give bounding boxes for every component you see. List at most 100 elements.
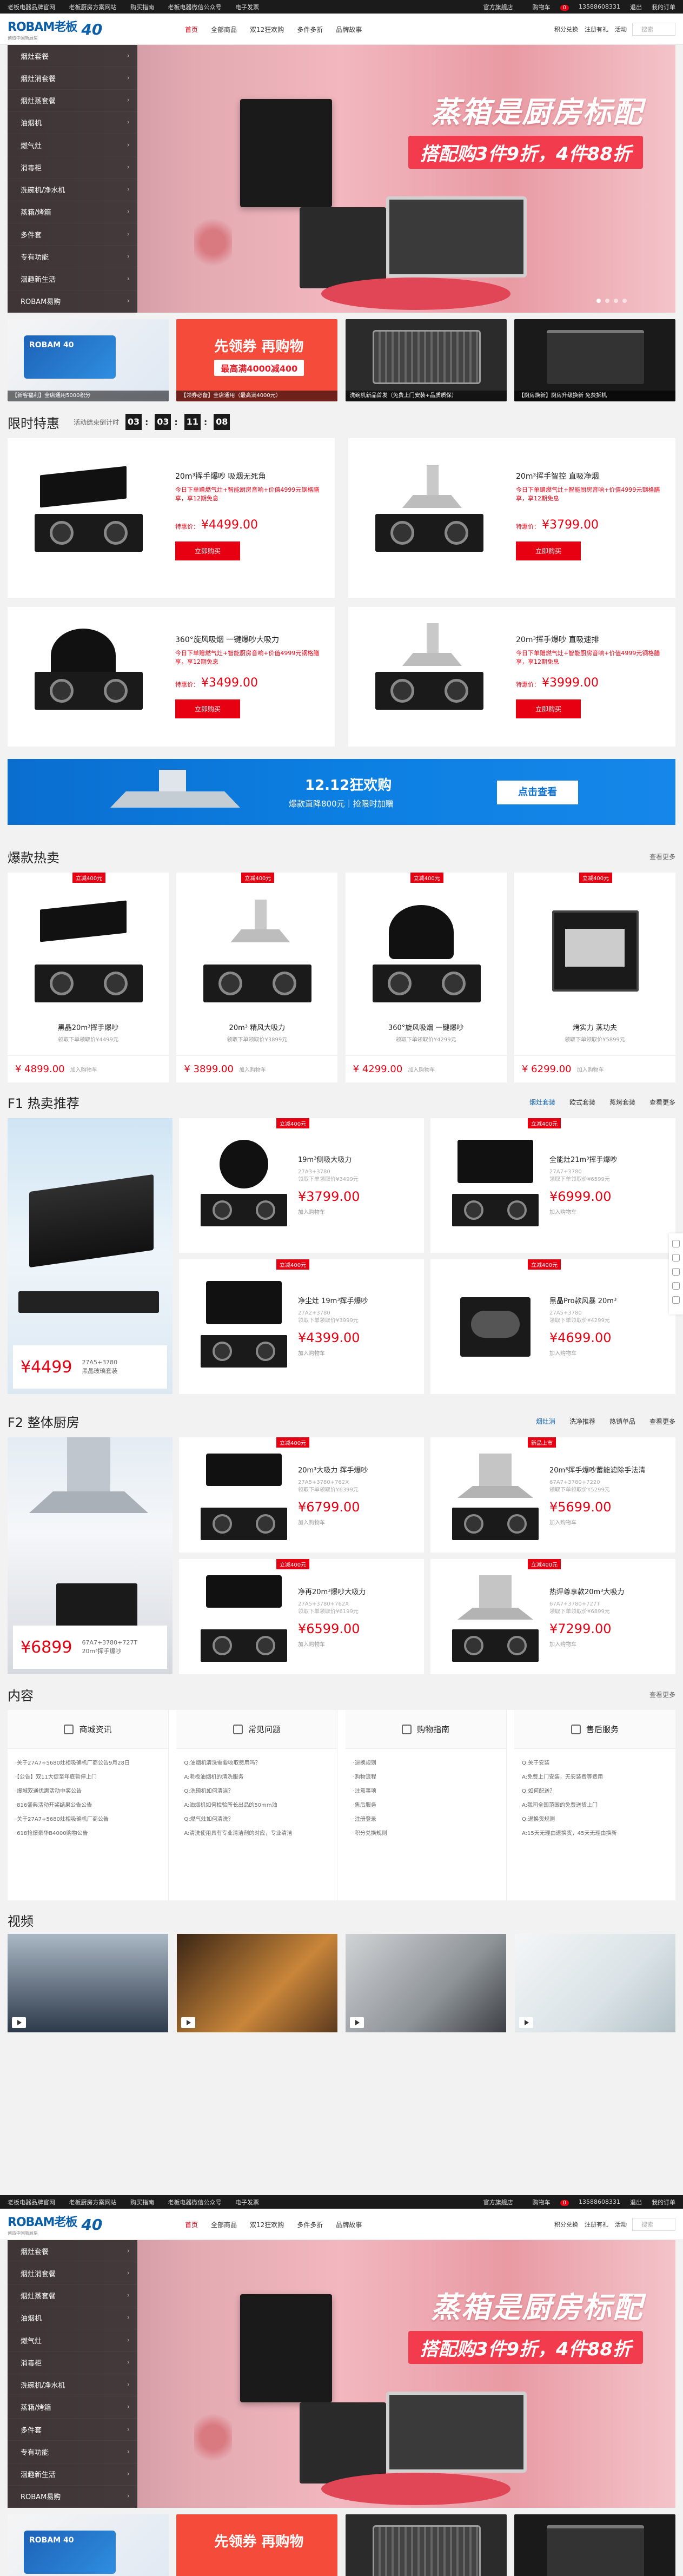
video-thumbnail[interactable] xyxy=(8,1934,168,2032)
nav-brand-story[interactable]: 品牌故事 xyxy=(336,2220,362,2229)
account-phone[interactable]: 13588608331 xyxy=(579,3,620,10)
content-link[interactable]: ·售后服务 xyxy=(353,1799,499,1813)
floor-product-card[interactable]: 立减400元 全能灶21m³挥手爆吵 27A7+3780 领取下单领取价¥6599元… xyxy=(430,1118,675,1253)
add-to-cart-link[interactable]: 加入购物车 xyxy=(549,1640,668,1648)
cart-link[interactable]: 购物车 0 xyxy=(523,2198,569,2207)
category-item[interactable]: 多件套 xyxy=(8,223,137,246)
f2-hero[interactable]: ¥6899 67A7+3780+727T 20m³挥手爆吵 xyxy=(8,1437,173,1674)
play-icon[interactable] xyxy=(350,2017,364,2028)
content-link[interactable]: ·积分兑换规则 xyxy=(353,1827,499,1841)
content-link[interactable]: A:清洗使用具有专业清洁剂的对应，专业清洁 xyxy=(184,1827,329,1841)
f2-tab[interactable]: 热销单品 xyxy=(609,1417,635,1426)
add-to-cart-link[interactable]: 加入购物车 xyxy=(549,1518,668,1526)
hot-product-card[interactable]: 立减400元 黑晶20m³挥手爆吵 领取下单领取价¥4499元 ¥ 4899.0… xyxy=(8,873,169,1082)
mini-banner-new-customer[interactable]: ROBAM 40 xyxy=(8,2514,169,2576)
floor-product-card[interactable]: 立减400元 净尘灶 19m³挥手爆吵 27A2+3780 领取下单领取价¥3999… xyxy=(179,1259,424,1394)
content-link[interactable]: A:免费上门安装，无安装费等费用 xyxy=(522,1771,668,1785)
official-store-link[interactable]: 官方旗舰店 xyxy=(483,3,513,11)
register-gift-link[interactable]: 注册有礼 xyxy=(585,25,608,34)
play-icon[interactable] xyxy=(12,2017,26,2028)
content-link[interactable]: ·关于27A7+5680灶相吸确机厂商公告9月28日 xyxy=(15,1756,161,1771)
hot-product-card[interactable]: 立减400元 烤实力 蒸功夫 领取下单领取价¥5899元 ¥ 6299.00 加入… xyxy=(514,873,675,1082)
category-item[interactable]: 洄趣新生活 xyxy=(8,2463,137,2486)
activity-link[interactable]: 活动 xyxy=(615,25,627,34)
category-item[interactable]: ROBAM易购 xyxy=(8,290,137,313)
mini-banner-coupon[interactable]: 先领券 再购物 最高满4000减400 【领券必备】全店通用（最高满4000元） xyxy=(176,319,338,401)
mini-banner-kitchen-upgrade[interactable]: 【厨房焕新】厨房升级换新 免费拆机 xyxy=(514,319,675,401)
video-thumbnail[interactable] xyxy=(514,1934,675,2032)
floor-product-card[interactable]: 立减400元 净再20m³爆吵大吸力 27A5+3780+762X 领取下单领取价¥… xyxy=(179,1559,424,1674)
nav-brand-story[interactable]: 品牌故事 xyxy=(336,25,362,34)
category-item[interactable]: 烟灶蒸套餐 xyxy=(8,90,137,112)
top-link[interactable]: 购买指南 xyxy=(130,4,154,11)
nav-double12[interactable]: 双12狂欢购 xyxy=(250,2220,284,2229)
add-to-cart-link[interactable]: 加入购物车 xyxy=(298,1518,417,1526)
mini-banner-dishwasher[interactable] xyxy=(345,2514,507,2576)
category-item[interactable]: 洗碗机/净水机 xyxy=(8,2374,137,2396)
content-link[interactable]: Q:燃气灶如何清洗？ xyxy=(184,1813,329,1827)
content-link[interactable]: ·关于27A7+5680灶相吸确机厂商公告 xyxy=(15,1813,161,1827)
flash-item[interactable]: 20m³挥手爆吵 直吸速排 今日下单赠燃气灶+智能厨房音响+价值4999元钢格膳… xyxy=(348,607,675,747)
content-link[interactable]: ·618抢爆豪华B4000购物公告 xyxy=(15,1827,161,1841)
logo[interactable]: ROBAM老板 创造中国新厨房 40 xyxy=(8,2212,170,2236)
f1-tab[interactable]: 烟灶套装 xyxy=(529,1098,555,1107)
category-item[interactable]: 消毒柜 xyxy=(8,156,137,179)
mini-banner-coupon[interactable]: 先领券 再购物 xyxy=(176,2514,338,2576)
category-item[interactable]: 油烟机 xyxy=(8,2307,137,2329)
category-item[interactable]: 蒸箱/烤箱 xyxy=(8,201,137,223)
category-item[interactable]: 洄趣新生活 xyxy=(8,268,137,290)
add-to-cart-link[interactable]: 加入购物车 xyxy=(70,1065,97,1073)
f2-more-link[interactable]: 查看更多 xyxy=(649,1417,675,1426)
video-thumbnail[interactable] xyxy=(346,1934,507,2032)
content-more-link[interactable]: 查看更多 xyxy=(649,1690,675,1699)
category-item[interactable]: 专有功能 xyxy=(8,246,137,268)
floor-product-card[interactable]: 立减400元 热评尊享款20m³大吸力 67A7+3780+727T 领取下单领取价… xyxy=(430,1559,675,1674)
feedback-icon[interactable] xyxy=(672,1282,680,1290)
mini-banner-kitchen-upgrade[interactable] xyxy=(514,2514,675,2576)
nav-double12[interactable]: 双12狂欢购 xyxy=(250,25,284,34)
f2-tab[interactable]: 洗净推荐 xyxy=(569,1417,595,1426)
floor-product-card[interactable]: 立减400元 19m³侧吸大吸力 27A3+3780 领取下单领取价¥3499元 ¥3… xyxy=(179,1118,424,1253)
content-link[interactable]: A:15天无理由退换货，45天无理由换新 xyxy=(522,1827,668,1841)
floor-product-card[interactable]: 新品上市 20m³挥手爆吵蓄能滤除手法清 67A7+3780+7220 领取下单领取… xyxy=(430,1437,675,1553)
top-link[interactable]: 电子发票 xyxy=(235,4,259,11)
category-item[interactable]: 燃气灶 xyxy=(8,134,137,157)
content-link[interactable]: Q:关于安装 xyxy=(522,1756,668,1771)
f1-hero[interactable]: ¥4499 27A5+3780 黑晶玻璃套装 xyxy=(8,1118,173,1394)
logo[interactable]: ROBAM老板 创造中国新厨房 40 xyxy=(8,17,170,41)
floor-product-card[interactable]: 立减400元 20m³大吸力 挥手爆吵 27A5+3780+762X 领取下单领取价… xyxy=(179,1437,424,1553)
back-to-top-icon[interactable] xyxy=(672,1296,680,1304)
hero-banner[interactable]: 烟灶套餐 烟灶消套餐 烟灶蒸套餐 油烟机 燃气灶 消毒柜 洗碗机/净水机 蒸箱/… xyxy=(8,2240,675,2508)
add-to-cart-link[interactable]: 加入购物车 xyxy=(549,1207,668,1216)
top-link[interactable]: 老板电器品牌官网 xyxy=(8,2199,55,2206)
qrcode-icon[interactable] xyxy=(672,1254,680,1261)
service-icon[interactable] xyxy=(672,1240,680,1247)
f2-tab[interactable]: 烟灶消 xyxy=(536,1417,555,1426)
account-phone[interactable]: 13588608331 xyxy=(579,2198,620,2205)
orders-link[interactable]: 我的订单 xyxy=(652,3,675,11)
flash-item[interactable]: 20m³挥手爆吵 吸烟无死角 今日下单赠燃气灶+智能厨房音响+价值4999元钢格… xyxy=(8,438,335,598)
category-item[interactable]: 烟灶套餐 xyxy=(8,45,137,68)
content-link[interactable]: ·注册登录 xyxy=(353,1813,499,1827)
cart-link[interactable]: 购物车 0 xyxy=(523,3,569,11)
content-link[interactable]: ·【公告】双11大促至年底暂停上门 xyxy=(15,1771,161,1785)
add-to-cart-link[interactable]: 加入购物车 xyxy=(549,1349,668,1357)
content-link[interactable]: ·购物流程 xyxy=(353,1771,499,1785)
hot-product-card[interactable]: 立减400元 20m³ 精风大吸力 领取下单领取价¥3899元 ¥ 3899.0… xyxy=(176,873,338,1082)
content-link[interactable]: Q:油烟机清洗需要收取费用吗？ xyxy=(184,1756,329,1771)
content-link[interactable]: ·爆城双通优惠活动中奖公告 xyxy=(15,1785,161,1799)
add-to-cart-link[interactable]: 加入购物车 xyxy=(577,1065,604,1073)
official-store-link[interactable]: 官方旗舰店 xyxy=(483,2198,513,2207)
add-to-cart-link[interactable]: 加入购物车 xyxy=(298,1349,417,1357)
content-link[interactable]: Q:如何配送？ xyxy=(522,1785,668,1799)
category-item[interactable]: 消毒柜 xyxy=(8,2352,137,2374)
activity-link[interactable]: 活动 xyxy=(615,2220,627,2229)
nav-multi-discount[interactable]: 多件多折 xyxy=(297,25,323,34)
buy-now-button[interactable]: 立即购买 xyxy=(175,541,241,560)
add-to-cart-link[interactable]: 加入购物车 xyxy=(239,1065,266,1073)
promo-view-button[interactable]: 点击查看 xyxy=(497,781,578,804)
play-icon[interactable] xyxy=(181,2017,195,2028)
category-item[interactable]: 蒸箱/烤箱 xyxy=(8,2396,137,2419)
play-icon[interactable] xyxy=(519,2017,533,2028)
nav-home[interactable]: 首页 xyxy=(185,2220,198,2229)
